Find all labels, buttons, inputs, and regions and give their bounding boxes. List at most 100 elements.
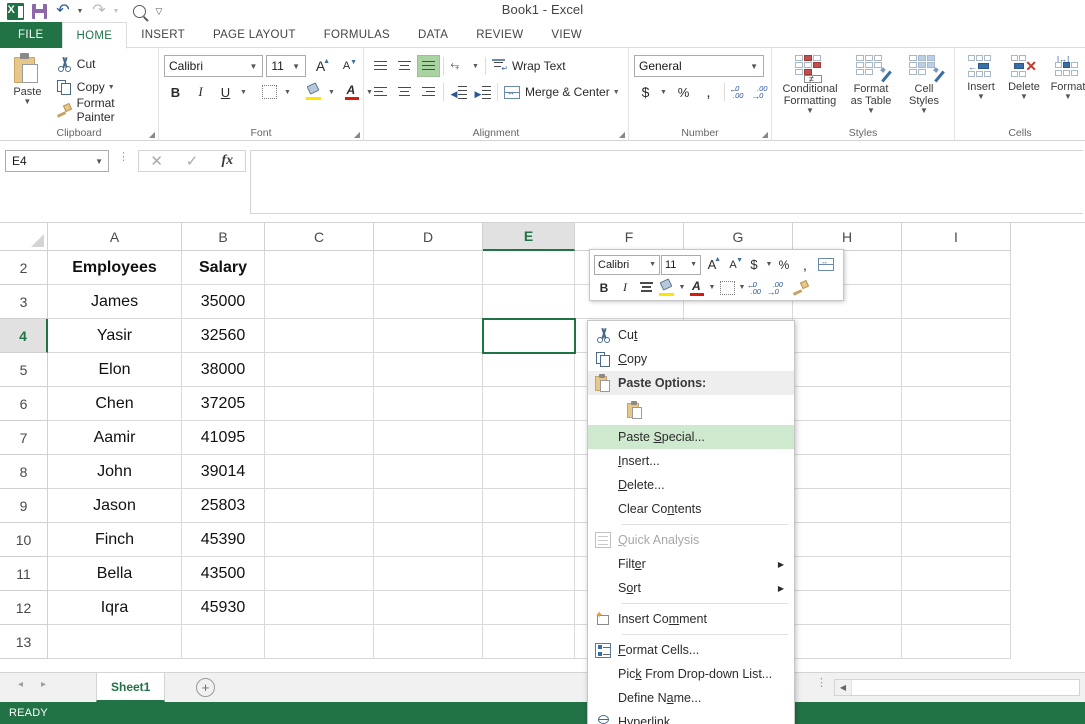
cell-E7[interactable] (483, 421, 575, 455)
previous-sheet-button[interactable]: ◂ (18, 679, 23, 690)
italic-button[interactable]: I (189, 81, 212, 103)
cell-E3[interactable] (483, 285, 575, 319)
mini-increase-decimal-button[interactable]: .0.00 ← (747, 278, 768, 298)
cell-I10[interactable] (902, 523, 1011, 557)
tab-home[interactable]: HOME (61, 22, 128, 49)
cell-A6[interactable]: Chen (48, 387, 182, 421)
menu-item-cut[interactable]: Cut (588, 323, 794, 347)
increase-indent-button[interactable]: ▶ (471, 81, 494, 103)
row-header-7[interactable]: 7 (0, 421, 48, 455)
align-left-button[interactable] (369, 81, 392, 103)
cell-B4[interactable]: 32560 (182, 319, 265, 353)
column-header-e[interactable]: E (483, 223, 575, 251)
cell-A13[interactable] (48, 625, 182, 659)
underline-dropdown-icon[interactable]: ▼ (239, 81, 250, 103)
bold-button[interactable]: B (164, 81, 187, 103)
cell-D3[interactable] (374, 285, 483, 319)
orientation-button[interactable]: ⥆ (447, 55, 470, 77)
row-header-8[interactable]: 8 (0, 455, 48, 489)
cell-H5[interactable] (793, 353, 902, 387)
cell-E9[interactable] (483, 489, 575, 523)
accounting-format-button[interactable]: $ (634, 81, 657, 103)
cancel-formula-button[interactable]: ✕ (139, 151, 174, 171)
cell-I11[interactable] (902, 557, 1011, 591)
font-size-combo[interactable]: 11 ▼ (266, 55, 306, 77)
percent-format-button[interactable]: % (672, 81, 695, 103)
cell-E13[interactable] (483, 625, 575, 659)
align-bottom-button[interactable] (417, 55, 440, 77)
cell-styles-dropdown-icon[interactable]: ▼ (920, 107, 928, 115)
cell-D11[interactable] (374, 557, 483, 591)
alignment-dialog-launcher[interactable]: ◢ (619, 130, 625, 139)
cell-B11[interactable]: 43500 (182, 557, 265, 591)
underline-button[interactable]: U (214, 81, 237, 103)
mini-align-center-button[interactable] (636, 278, 656, 298)
scroll-left-button[interactable]: ◀ (835, 680, 852, 695)
row-header-2[interactable]: 2 (0, 251, 48, 285)
cell-I3[interactable] (902, 285, 1011, 319)
cell-A5[interactable]: Elon (48, 353, 182, 387)
borders-button[interactable] (258, 81, 281, 103)
cell-B12[interactable]: 45930 (182, 591, 265, 625)
paste-dropdown-icon[interactable]: ▼ (23, 98, 31, 106)
cell-I4[interactable] (902, 319, 1011, 353)
column-header-c[interactable]: C (265, 223, 374, 251)
column-header-f[interactable]: F (575, 223, 684, 251)
cell-E5[interactable] (483, 353, 575, 387)
font-name-combo[interactable]: Calibri ▼ (164, 55, 264, 77)
cell-C11[interactable] (265, 557, 374, 591)
menu-item-define-name[interactable]: Define Name... (588, 686, 794, 710)
cell-A9[interactable]: Jason (48, 489, 182, 523)
column-header-i[interactable]: I (902, 223, 1011, 251)
mini-comma-button[interactable]: , (795, 255, 815, 275)
cell-styles-button[interactable]: Cell Styles ▼ (899, 53, 949, 115)
formula-bar-grip[interactable]: ⋮ (118, 152, 129, 163)
tab-file[interactable]: FILE (0, 22, 62, 48)
cell-B10[interactable]: 45390 (182, 523, 265, 557)
cell-C10[interactable] (265, 523, 374, 557)
row-header-4[interactable]: 4 (0, 319, 48, 353)
format-cells-button[interactable]: |↔| Format ▼ (1046, 53, 1085, 101)
row-header-6[interactable]: 6 (0, 387, 48, 421)
delete-cells-button[interactable]: ✕ Delete ▼ (1002, 53, 1046, 101)
cell-D13[interactable] (374, 625, 483, 659)
menu-item-filter[interactable]: Filter ▶ (588, 552, 794, 576)
decrease-indent-button[interactable]: ◀ (447, 81, 470, 103)
decrease-font-size-button[interactable]: A ▼ (335, 55, 358, 77)
menu-item-hyperlink[interactable]: Hyperlink... (588, 710, 794, 724)
tab-data[interactable]: DATA (404, 22, 462, 48)
format-as-table-button[interactable]: Format as Table ▼ (843, 53, 899, 115)
chevron-down-icon[interactable]: ▼ (747, 62, 761, 71)
cell-I5[interactable] (902, 353, 1011, 387)
increase-decimal-button[interactable]: .0.00 ← (729, 81, 751, 103)
font-dialog-launcher[interactable]: ◢ (354, 130, 360, 139)
align-right-button[interactable] (417, 81, 440, 103)
cell-D8[interactable] (374, 455, 483, 489)
wrap-text-button[interactable]: ↵ Wrap Text (489, 55, 569, 77)
cell-I12[interactable] (902, 591, 1011, 625)
paste-keep-source-formatting-button[interactable] (622, 397, 648, 423)
number-format-combo[interactable]: General ▼ (634, 55, 764, 77)
cell-D4[interactable] (374, 319, 483, 353)
borders-dropdown-icon[interactable]: ▼ (283, 81, 294, 103)
align-top-button[interactable] (369, 55, 392, 77)
cell-H13[interactable] (793, 625, 902, 659)
cell-D9[interactable] (374, 489, 483, 523)
mini-font-color-button[interactable]: A (687, 278, 707, 298)
cell-D5[interactable] (374, 353, 483, 387)
mini-font-name-combo[interactable]: Calibri ▼ (594, 254, 660, 275)
mini-format-painter-button[interactable] (791, 278, 811, 298)
chevron-down-icon[interactable]: ▼ (246, 62, 260, 71)
cell-E2[interactable] (483, 251, 575, 285)
cell-H11[interactable] (793, 557, 902, 591)
cell-E10[interactable] (483, 523, 575, 557)
column-header-h[interactable]: H (793, 223, 902, 251)
cell-B5[interactable]: 38000 (182, 353, 265, 387)
tab-formulas[interactable]: FORMULAS (310, 22, 404, 48)
enter-formula-button[interactable]: ✓ (174, 151, 209, 171)
cell-C8[interactable] (265, 455, 374, 489)
insert-cells-dropdown-icon[interactable]: ▼ (977, 93, 985, 101)
menu-item-format-cells[interactable]: Format Cells... (588, 638, 794, 662)
mini-borders-button[interactable] (717, 278, 737, 298)
copy-dropdown-icon[interactable]: ▼ (108, 84, 115, 91)
